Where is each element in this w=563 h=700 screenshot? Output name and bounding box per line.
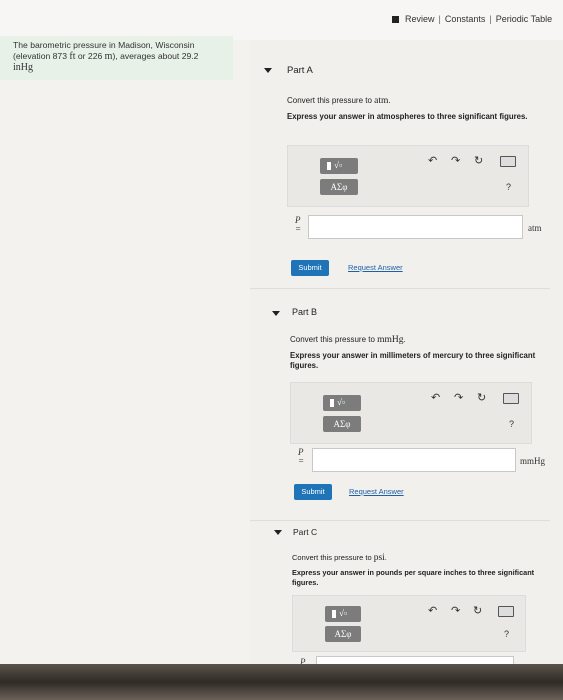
part-c-equation-toolbar: √▫ ΑΣφ ↶ ↷ ↻ ?	[292, 595, 526, 652]
problem-text-part: or 226	[75, 51, 105, 61]
greek-symbols-button[interactable]: ΑΣφ	[325, 626, 361, 642]
problem-text: The barometric pressure in Madison, Wisc…	[0, 36, 218, 73]
part-a-header[interactable]: Part A	[250, 40, 550, 90]
reset-icon[interactable]: ↻	[474, 154, 483, 167]
reset-icon[interactable]: ↻	[477, 391, 486, 404]
help-button[interactable]: ?	[509, 419, 514, 429]
variable-label: P=	[298, 448, 304, 466]
templates-button[interactable]: √▫	[320, 158, 358, 174]
reset-icon[interactable]: ↻	[473, 604, 482, 617]
undo-icon[interactable]: ↶	[431, 391, 440, 404]
part-b-title: Part B	[292, 307, 318, 317]
part-a-instruction: Express your answer in atmospheres to th…	[287, 112, 528, 121]
redo-icon[interactable]: ↷	[451, 604, 460, 617]
unit-inhg: inHg	[13, 62, 33, 73]
sqrt-icon: √▫	[334, 160, 343, 170]
caret-down-icon	[274, 530, 282, 535]
part-c-instruction: Express your answer in pounds per square…	[292, 568, 535, 587]
redo-icon[interactable]: ↷	[451, 154, 460, 167]
problem-text-part: ), averages about 29.2	[112, 51, 199, 61]
part-c-question: Convert this pressure to psi.	[292, 553, 387, 563]
screen: Review | Constants | Periodic Table The …	[0, 0, 563, 672]
part-b-header[interactable]: Part B	[250, 288, 550, 329]
part-b-request-answer-link[interactable]: Request Answer	[349, 487, 404, 496]
desk-background	[0, 664, 563, 700]
part-a-title: Part A	[287, 65, 313, 76]
keyboard-icon[interactable]	[500, 156, 516, 167]
templates-button[interactable]: √▫	[323, 395, 361, 411]
review-icon	[392, 15, 399, 23]
top-bar: Review | Constants | Periodic Table	[0, 0, 563, 40]
review-link[interactable]: Review	[405, 14, 435, 24]
part-c-title: Part C	[293, 527, 318, 537]
equals-sign: =	[298, 456, 305, 466]
part-b-question: Convert this pressure to mmHg.	[290, 335, 406, 345]
part-c-header[interactable]: Part C	[250, 520, 550, 547]
sqrt-icon: √▫	[339, 608, 348, 618]
parts-container: Part A Convert this pressure to atm. Exp…	[250, 40, 563, 672]
part-b-answer-input[interactable]	[312, 448, 516, 472]
part-a-unit: atm	[528, 223, 542, 233]
undo-icon[interactable]: ↶	[428, 604, 437, 617]
undo-icon[interactable]: ↶	[428, 154, 437, 167]
part-a-submit-button[interactable]: Submit	[291, 260, 329, 276]
caret-down-icon	[272, 311, 280, 316]
question-text: Convert this pressure to	[287, 96, 375, 105]
question-unit: psi	[373, 553, 385, 563]
question-text: Convert this pressure to	[290, 335, 378, 344]
part-a: Part A Convert this pressure to atm. Exp…	[250, 40, 563, 280]
periodic-table-link[interactable]: Periodic Table	[496, 14, 552, 24]
caret-down-icon	[264, 68, 272, 73]
part-c: Part C Convert this pressure to psi. Exp…	[250, 520, 563, 672]
part-b-equation-toolbar: √▫ ΑΣφ ↶ ↷ ↻ ?	[290, 382, 532, 444]
part-b-instruction: Express your answer in millimeters of me…	[290, 351, 536, 370]
part-b: Part B Convert this pressure to mmHg. Ex…	[250, 280, 563, 520]
part-a-equation-toolbar: √▫ ΑΣφ ↶ ↷ ↻ ?	[287, 145, 529, 207]
header-links: Review | Constants | Periodic Table	[392, 14, 552, 24]
variable-label: P=	[295, 216, 301, 234]
question-unit: mmHg	[377, 335, 404, 345]
part-b-submit-button[interactable]: Submit	[294, 484, 332, 500]
separator: |	[438, 14, 441, 24]
help-button[interactable]: ?	[506, 182, 511, 192]
problem-statement: The barometric pressure in Madison, Wisc…	[0, 36, 233, 80]
equals-sign: =	[295, 224, 302, 234]
separator: |	[489, 14, 492, 24]
greek-symbols-button[interactable]: ΑΣφ	[320, 179, 358, 195]
keyboard-icon[interactable]	[503, 393, 519, 404]
templates-button[interactable]: √▫	[325, 606, 361, 622]
question-unit: atm	[374, 96, 389, 106]
redo-icon[interactable]: ↷	[454, 391, 463, 404]
constants-link[interactable]: Constants	[445, 14, 486, 24]
sqrt-icon: √▫	[337, 397, 346, 407]
part-a-question: Convert this pressure to atm.	[287, 96, 391, 106]
part-a-answer-input[interactable]	[308, 215, 523, 239]
question-text: Convert this pressure to	[292, 553, 374, 562]
part-a-request-answer-link[interactable]: Request Answer	[348, 263, 403, 272]
help-button[interactable]: ?	[504, 629, 509, 639]
keyboard-icon[interactable]	[498, 606, 514, 617]
greek-symbols-button[interactable]: ΑΣφ	[323, 416, 361, 432]
part-b-unit: mmHg	[520, 456, 546, 466]
